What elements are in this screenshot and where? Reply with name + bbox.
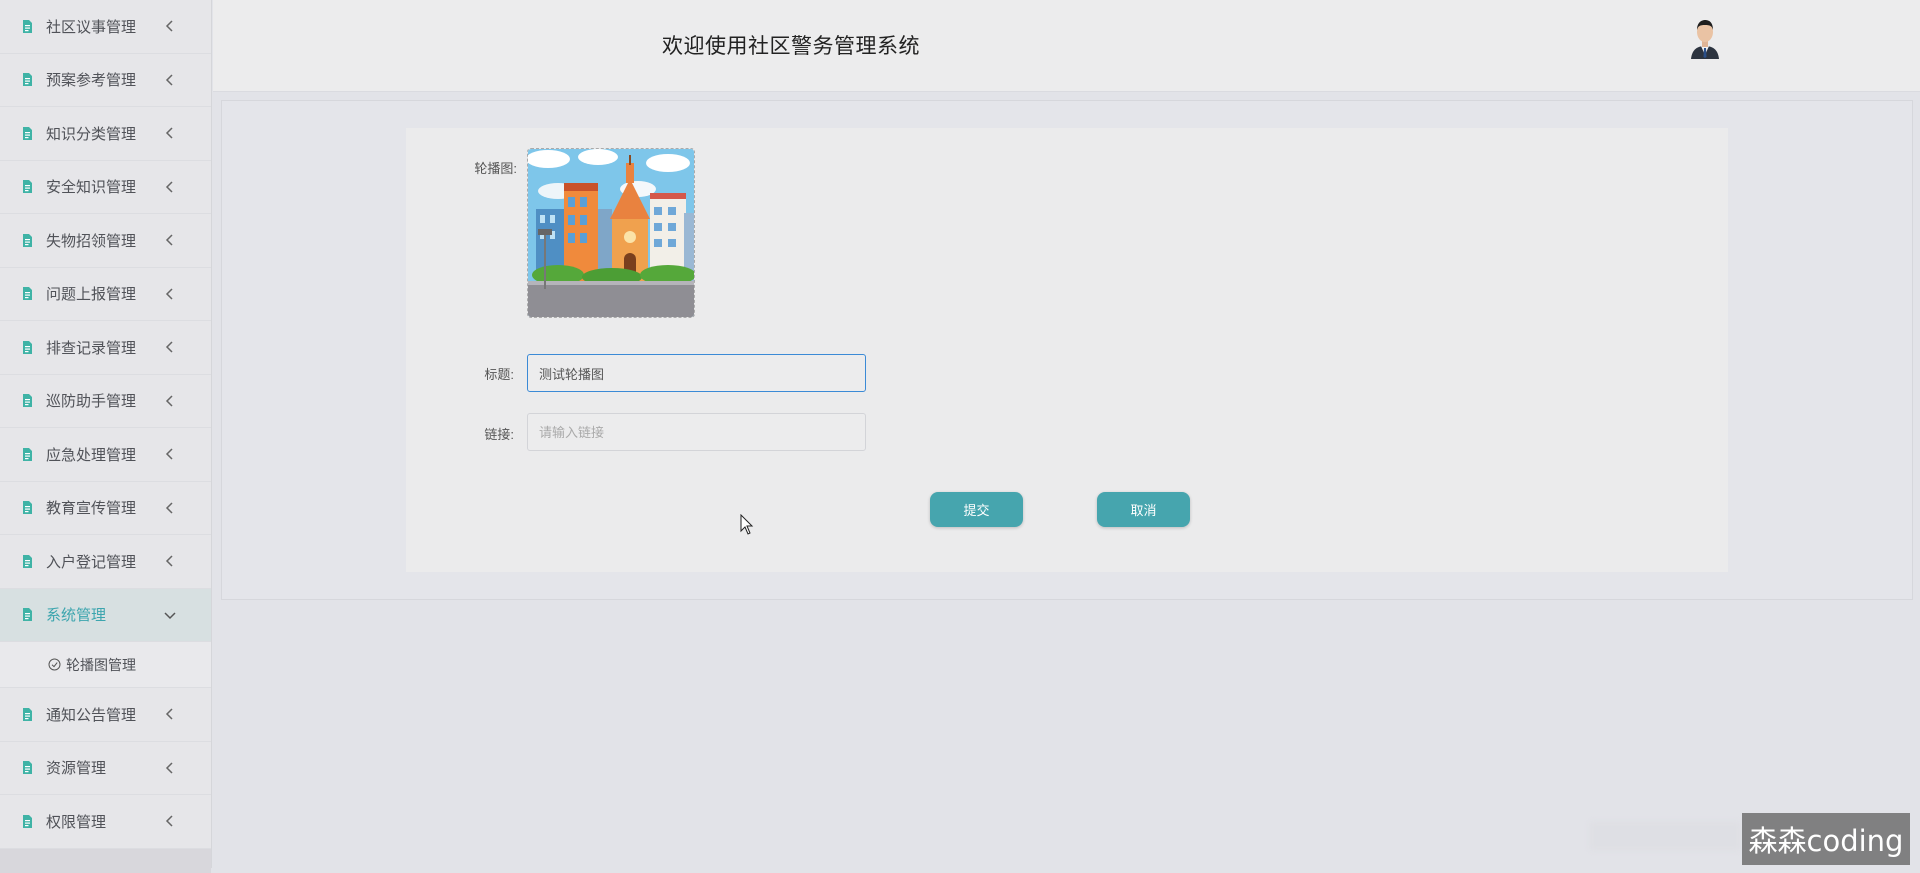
sidebar-item-label: 应急处理管理 xyxy=(46,446,137,464)
chevron-left-icon xyxy=(163,501,177,515)
image-label: 轮播图: xyxy=(474,161,517,176)
sidebar-item[interactable]: 失物招领管理 xyxy=(0,214,211,268)
document-icon xyxy=(22,233,46,247)
sidebar-item-label: 教育宣传管理 xyxy=(46,500,137,518)
link-input[interactable] xyxy=(527,413,866,451)
document-icon xyxy=(22,447,46,461)
sidebar-item-label: 权限管理 xyxy=(46,813,107,831)
chevron-left-icon xyxy=(163,761,177,775)
chevron-left-icon xyxy=(163,180,177,194)
link-label: 链接: xyxy=(484,427,514,442)
cancel-button[interactable]: 取消 xyxy=(1097,492,1190,527)
document-icon xyxy=(22,394,46,408)
chevron-left-icon xyxy=(163,126,177,140)
sidebar-item-label: 失物招领管理 xyxy=(46,232,137,250)
sidebar-item[interactable]: 预案参考管理 xyxy=(0,54,211,107)
document-icon xyxy=(22,340,46,354)
chevron-left-icon xyxy=(163,340,177,354)
sidebar-item-label: 巡防助手管理 xyxy=(46,393,137,411)
document-icon xyxy=(22,180,46,194)
sidebar-item[interactable]: 教育宣传管理 xyxy=(0,482,211,535)
sidebar-item-label: 预案参考管理 xyxy=(46,72,137,90)
sidebar-item-label: 知识分类管理 xyxy=(46,125,137,143)
document-icon xyxy=(22,761,46,775)
document-icon xyxy=(22,287,46,301)
sidebar-item[interactable]: 通知公告管理 xyxy=(0,688,211,742)
chevron-left-icon xyxy=(163,287,177,301)
header: 欢迎使用社区警务管理系统 xyxy=(213,0,1920,92)
document-icon xyxy=(22,126,46,140)
mouse-cursor-icon xyxy=(740,514,754,535)
title-input[interactable] xyxy=(527,354,866,392)
sidebar-item[interactable]: 应急处理管理 xyxy=(0,428,211,482)
chevron-left-icon xyxy=(163,73,177,87)
sidebar-item[interactable]: 权限管理 xyxy=(0,795,211,849)
avatar[interactable] xyxy=(1686,17,1724,59)
document-icon xyxy=(22,554,46,568)
sidebar-footer xyxy=(0,848,211,873)
sidebar-item-label: 安全知识管理 xyxy=(46,179,137,197)
document-icon xyxy=(22,608,46,622)
sidebar-item[interactable]: 系统管理 xyxy=(0,588,211,642)
document-icon xyxy=(22,814,46,828)
sidebar-item-label: 资源管理 xyxy=(46,760,107,778)
document-icon xyxy=(22,19,46,33)
chevron-left-icon xyxy=(163,554,177,568)
submenu-item-carousel[interactable]: 轮播图管理 xyxy=(0,642,211,688)
watermark-shadow xyxy=(1590,822,1740,850)
check-circle-icon xyxy=(48,658,61,671)
sidebar-item[interactable]: 排查记录管理 xyxy=(0,321,211,375)
document-icon xyxy=(22,501,46,515)
document-icon xyxy=(22,707,46,721)
watermark: 森森coding xyxy=(1742,813,1910,865)
sidebar-item[interactable]: 安全知识管理 xyxy=(0,161,211,214)
chevron-left-icon xyxy=(163,233,177,247)
sidebar-item[interactable]: 资源管理 xyxy=(0,742,211,795)
chevron-left-icon xyxy=(163,394,177,408)
submit-button[interactable]: 提交 xyxy=(930,492,1023,527)
chevron-left-icon xyxy=(163,814,177,828)
chevron-left-icon xyxy=(163,447,177,461)
sidebar-item-label: 入户登记管理 xyxy=(46,553,137,571)
page-title: 欢迎使用社区警务管理系统 xyxy=(662,35,920,58)
sidebar-item[interactable]: 入户登记管理 xyxy=(0,535,211,589)
sidebar-item-label: 问题上报管理 xyxy=(46,286,137,304)
sidebar: 社区议事管理 预案参考管理 知识分类管理 安全知识管理 失物招领管理 问题上报管理 排查记录… xyxy=(0,0,212,873)
chevron-down-icon xyxy=(163,608,177,622)
sidebar-item[interactable]: 巡防助手管理 xyxy=(0,375,211,428)
chevron-left-icon xyxy=(163,19,177,33)
submenu-item-label: 轮播图管理 xyxy=(66,656,136,673)
sidebar-item[interactable]: 知识分类管理 xyxy=(0,107,211,161)
document-icon xyxy=(22,73,46,87)
carousel-image-upload[interactable] xyxy=(527,148,695,318)
sidebar-item-label: 排查记录管理 xyxy=(46,339,137,357)
title-label: 标题: xyxy=(484,367,514,382)
sidebar-item-label: 社区议事管理 xyxy=(46,18,137,36)
sidebar-item[interactable]: 社区议事管理 xyxy=(0,0,211,54)
sidebar-item[interactable]: 问题上报管理 xyxy=(0,268,211,321)
sidebar-item-label: 通知公告管理 xyxy=(46,706,137,724)
chevron-left-icon xyxy=(163,707,177,721)
sidebar-item-label: 系统管理 xyxy=(46,607,107,625)
